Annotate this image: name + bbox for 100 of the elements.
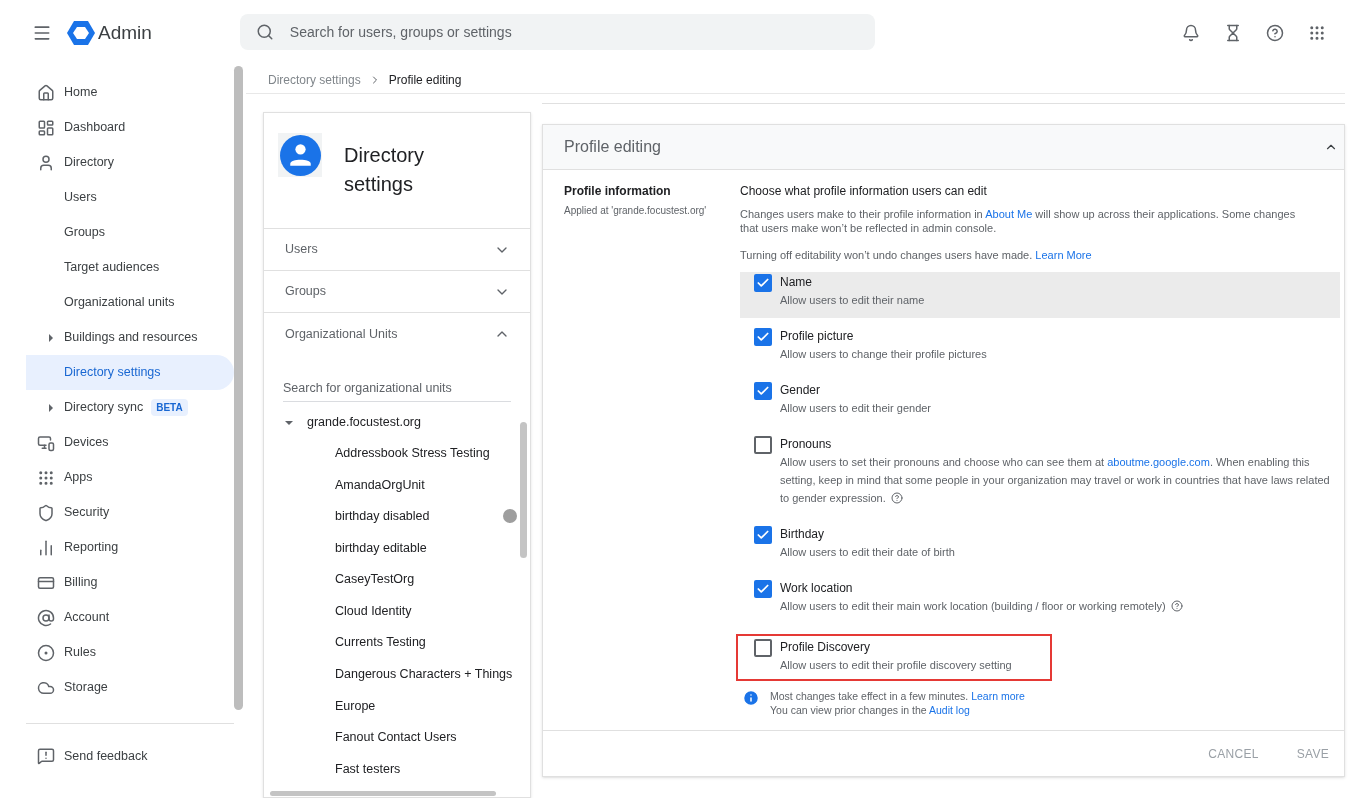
- nav-item[interactable]: Directory settings: [26, 355, 234, 390]
- tree-item[interactable]: Fast testers: [285, 753, 520, 786]
- tree-item[interactable]: birthday editable: [285, 532, 520, 564]
- caret-right-icon[interactable]: [47, 403, 55, 412]
- nav-item[interactable]: Devices: [26, 425, 234, 460]
- devices-icon: [37, 433, 55, 452]
- nav-item[interactable]: Reporting: [26, 530, 234, 565]
- option-description: Allow users to edit their main work location (building / floor or working remotely): [780, 597, 1183, 615]
- bar-chart-icon: [37, 538, 55, 557]
- option-description: Allow users to edit their gender: [780, 401, 932, 416]
- send-feedback-item[interactable]: Send feedback: [26, 736, 234, 776]
- checkbox[interactable]: [754, 580, 772, 598]
- house-icon: [37, 83, 55, 102]
- accordion-header[interactable]: Groups: [264, 271, 530, 313]
- nav-item[interactable]: Organizational units: [26, 285, 234, 320]
- option-label: Pronouns: [780, 436, 833, 453]
- tree-item[interactable]: AmandaOrgUnit: [285, 469, 520, 501]
- option-description: Allow users to change their profile pictures: [780, 347, 987, 362]
- tree-item[interactable]: Dangerous Characters + Things: [285, 658, 520, 691]
- check-icon: [756, 276, 770, 290]
- check-icon: [756, 582, 770, 596]
- option-label: Gender: [780, 382, 822, 399]
- tree-item[interactable]: grande.focustest.org: [285, 407, 520, 438]
- tree-item[interactable]: Cloud Identity: [285, 595, 520, 628]
- link[interactable]: Learn more: [971, 690, 1025, 702]
- checkbox[interactable]: [754, 274, 772, 292]
- nav-item[interactable]: Home: [26, 75, 234, 110]
- section-label: Profile information: [564, 183, 672, 200]
- help-icon[interactable]: [1266, 24, 1284, 42]
- intro-text: Changes users make to their profile information in About Me will show up across their applications. Some changes that users make won’t be reflected in admin console.: [740, 207, 1297, 235]
- dashboard-icon: [37, 118, 55, 137]
- breadcrumb-current: Profile editing: [388, 71, 462, 89]
- caret-down-icon[interactable]: [285, 418, 293, 427]
- info-icon: [742, 689, 760, 707]
- tree-item[interactable]: CaseyTestOrg: [285, 563, 520, 596]
- tree-item[interactable]: Europe: [285, 690, 520, 722]
- shield-icon: [37, 503, 55, 522]
- ou-search-field[interactable]: Search for organizational units: [283, 375, 511, 402]
- checkbox[interactable]: [754, 639, 772, 657]
- target-icon: [37, 643, 55, 662]
- tree-item[interactable]: Fanout Contact Users: [285, 721, 520, 754]
- scrollbar[interactable]: [270, 791, 496, 796]
- notifications-icon[interactable]: [1182, 24, 1200, 42]
- check-icon: [756, 528, 770, 542]
- beta-badge: BETA: [151, 399, 188, 416]
- checkbox[interactable]: [754, 436, 772, 454]
- nav-item[interactable]: Apps: [26, 460, 234, 495]
- checkbox[interactable]: [754, 526, 772, 544]
- help-icon[interactable]: [890, 492, 903, 504]
- menu-icon[interactable]: [32, 23, 52, 43]
- nav-item[interactable]: Buildings and resources: [26, 320, 234, 355]
- accordion-header[interactable]: Organizational Units: [264, 313, 530, 355]
- nav-item[interactable]: Account: [26, 600, 234, 635]
- breadcrumb-link[interactable]: Directory settings: [268, 70, 361, 89]
- scrollbar[interactable]: [520, 421, 527, 558]
- applied-at-text: Applied at 'grande.focustest.org': [564, 204, 708, 218]
- nav-item[interactable]: Directory sync BETA: [26, 390, 234, 425]
- hourglass-icon[interactable]: [1224, 24, 1242, 42]
- nav-item[interactable]: Billing: [26, 565, 234, 600]
- card-header[interactable]: Profile editing: [543, 125, 1344, 170]
- option-label: Profile picture: [780, 328, 855, 345]
- link[interactable]: Learn More: [1035, 249, 1092, 261]
- nav-item[interactable]: Rules: [26, 635, 234, 670]
- scrollbar[interactable]: [234, 66, 243, 710]
- person-avatar-icon: [279, 134, 321, 176]
- option-label: Name: [780, 274, 813, 291]
- person-icon: [37, 153, 55, 172]
- search-icon: [255, 23, 274, 41]
- option-label: Work location: [780, 580, 854, 597]
- nav-item[interactable]: Target audiences: [26, 250, 234, 285]
- nav-item[interactable]: Security: [26, 495, 234, 530]
- tree-item[interactable]: birthday disabled: [285, 500, 520, 533]
- help-icon[interactable]: [1170, 600, 1183, 612]
- card-title: Directory settings: [344, 143, 425, 197]
- logo-icon: [67, 20, 95, 46]
- link[interactable]: aboutme.google.com: [1107, 456, 1210, 468]
- checkbox[interactable]: [754, 328, 772, 346]
- option-description: Allow users to set their pronouns and choose who can see them at aboutme.google.com. When enabling this setting, keep in mind that some people in your organization may travel or work in countries that have laws related to gender expression.: [780, 455, 1331, 506]
- nav-item[interactable]: Groups: [26, 215, 234, 250]
- link[interactable]: About Me: [985, 208, 1033, 220]
- check-icon: [756, 330, 770, 344]
- caret-right-icon[interactable]: [47, 333, 55, 342]
- accordion-header[interactable]: Users: [264, 229, 530, 271]
- tree-item[interactable]: Addressbook Stress Testing: [285, 437, 520, 470]
- note-text: Turning off editability won’t undo changes users have made. Learn More: [740, 248, 1093, 262]
- nav-item[interactable]: Users: [26, 180, 234, 215]
- grid-icon: [37, 468, 55, 487]
- nav-item[interactable]: Storage: [26, 670, 234, 705]
- feedback-icon: [37, 747, 55, 765]
- section-heading: Choose what profile information users can edit: [740, 183, 988, 200]
- link[interactable]: Audit log: [928, 704, 970, 716]
- option-label: Birthday: [780, 526, 826, 543]
- nav-item[interactable]: Directory: [26, 145, 234, 180]
- at-sign-icon: [37, 608, 55, 627]
- apps-grid-icon[interactable]: [1308, 24, 1326, 42]
- nav-item[interactable]: Dashboard: [26, 110, 234, 145]
- tree-item[interactable]: Currents Testing: [285, 627, 520, 659]
- checkbox[interactable]: [754, 382, 772, 400]
- app-name: Admin: [98, 20, 152, 45]
- search-field[interactable]: Search for users, groups or settings: [239, 14, 875, 50]
